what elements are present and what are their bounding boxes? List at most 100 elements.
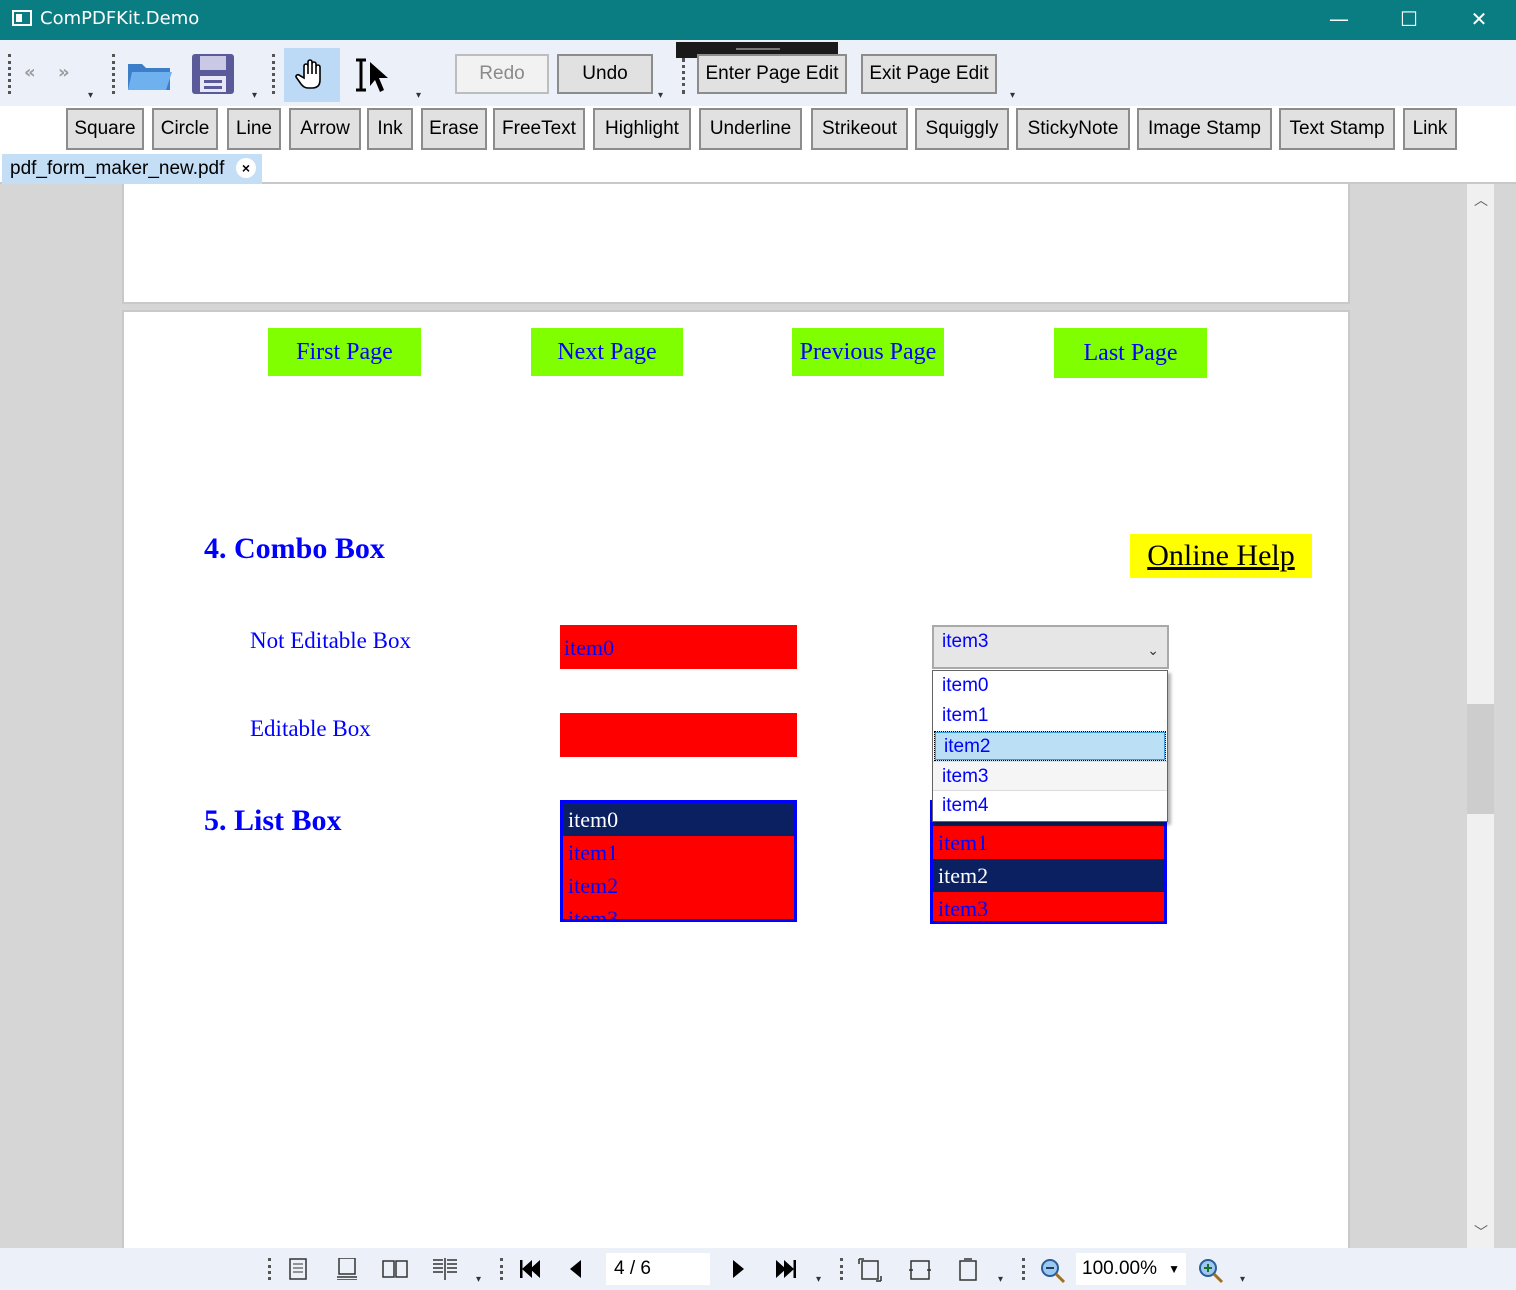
editable-combo-field[interactable] bbox=[560, 713, 797, 757]
list-item[interactable]: item0 bbox=[563, 803, 794, 836]
next-page-icon[interactable] bbox=[732, 1258, 746, 1285]
previous-page-button[interactable]: Previous Page bbox=[792, 328, 944, 376]
overflow-chevron-icon[interactable]: ▾ bbox=[998, 1274, 1003, 1285]
list-item[interactable]: item1 bbox=[563, 836, 794, 869]
line-tool-button[interactable]: Line bbox=[227, 108, 281, 150]
toolbar-grip[interactable] bbox=[840, 1258, 843, 1280]
combo-option[interactable]: item0 bbox=[933, 671, 1167, 701]
text-stamp-tool-button[interactable]: Text Stamp bbox=[1279, 108, 1395, 150]
actual-size-icon[interactable] bbox=[956, 1258, 980, 1287]
toolbar-grip[interactable] bbox=[8, 54, 11, 94]
image-stamp-tool-button[interactable]: Image Stamp bbox=[1137, 108, 1272, 150]
toolbar-grip[interactable] bbox=[682, 58, 685, 94]
overflow-chevron-icon[interactable]: ▾ bbox=[476, 1274, 481, 1285]
ink-tool-button[interactable]: Ink bbox=[367, 108, 413, 150]
pdf-viewer[interactable]: First Page Next Page Previous Page Last … bbox=[0, 184, 1516, 1250]
chevron-down-icon[interactable]: ⌄ bbox=[1147, 635, 1159, 665]
toolbar-grip[interactable] bbox=[268, 1258, 271, 1280]
main-toolbar: « » ▾ ▾ ▾ Redo Undo ▾ Enter Page Edit Ex… bbox=[0, 40, 1516, 106]
document-tab-label: pdf_form_maker_new.pdf bbox=[10, 158, 225, 179]
list-item[interactable]: item3 bbox=[933, 892, 1164, 921]
list-box-heading: 5. List Box bbox=[204, 804, 342, 837]
overflow-chevron-icon[interactable]: ▾ bbox=[1010, 90, 1015, 101]
forward-icon[interactable]: » bbox=[58, 62, 70, 83]
first-page-button[interactable]: First Page bbox=[268, 328, 421, 376]
document-tab[interactable]: pdf_form_maker_new.pdf × bbox=[2, 154, 262, 184]
next-page-button[interactable]: Next Page bbox=[531, 328, 683, 376]
continuous-view-icon[interactable] bbox=[336, 1257, 358, 1285]
minimize-button[interactable]: — bbox=[1304, 0, 1374, 40]
save-floppy-icon[interactable] bbox=[190, 52, 236, 96]
last-page-button[interactable]: Last Page bbox=[1054, 328, 1207, 378]
circle-tool-button[interactable]: Circle bbox=[152, 108, 218, 150]
link-tool-button[interactable]: Link bbox=[1403, 108, 1457, 150]
overflow-chevron-icon[interactable]: ▾ bbox=[1240, 1274, 1245, 1285]
undo-button[interactable]: Undo bbox=[557, 54, 653, 94]
fit-page-icon[interactable] bbox=[858, 1258, 882, 1287]
overflow-chevron-icon[interactable]: ▾ bbox=[658, 90, 663, 101]
zoom-level-dropdown[interactable]: 100.00% ▼ bbox=[1076, 1253, 1186, 1285]
close-tab-icon[interactable]: × bbox=[236, 158, 256, 178]
freetext-tool-button[interactable]: FreeText bbox=[493, 108, 585, 150]
scroll-up-icon[interactable]: ︿ bbox=[1474, 190, 1488, 210]
zoom-level-value: 100.00% bbox=[1082, 1258, 1158, 1279]
toolbar-grip[interactable] bbox=[500, 1258, 503, 1280]
zoom-out-icon[interactable] bbox=[1040, 1258, 1066, 1289]
open-folder-icon[interactable] bbox=[124, 54, 176, 94]
list-item[interactable]: item3 bbox=[563, 902, 794, 919]
combo-option[interactable]: item3 bbox=[933, 761, 1167, 791]
dropdown-arrow-icon[interactable]: ▼ bbox=[1168, 1253, 1180, 1285]
last-page-icon[interactable] bbox=[774, 1258, 797, 1285]
arrow-tool-button[interactable]: Arrow bbox=[289, 108, 361, 150]
toolbar-grip[interactable] bbox=[272, 54, 275, 94]
status-toolbar: ▾ 4 / 6 ▾ ▾ 100.00% ▼ ▾ bbox=[0, 1248, 1516, 1290]
not-editable-combo-field[interactable]: item0 bbox=[560, 625, 797, 669]
online-help-link[interactable]: Online Help bbox=[1130, 534, 1312, 578]
underline-tool-button[interactable]: Underline bbox=[699, 108, 802, 150]
list-item[interactable]: item2 bbox=[933, 859, 1164, 892]
list-box-1[interactable]: item0 item1 item2 item3 bbox=[560, 800, 797, 922]
overflow-chevron-icon[interactable]: ▾ bbox=[816, 1274, 821, 1285]
window-title: ComPDFKit.Demo bbox=[40, 8, 200, 29]
document-tab-strip: pdf_form_maker_new.pdf × bbox=[0, 154, 1516, 184]
combo-dropdown-list[interactable]: item0 item1 item2 item3 item4 bbox=[932, 670, 1168, 822]
list-item[interactable]: item2 bbox=[563, 869, 794, 902]
square-tool-button[interactable]: Square bbox=[66, 108, 144, 150]
erase-tool-button[interactable]: Erase bbox=[421, 108, 487, 150]
page-number-field[interactable]: 4 / 6 bbox=[606, 1253, 710, 1285]
overflow-chevron-icon[interactable]: ▾ bbox=[88, 90, 93, 101]
exit-page-edit-button[interactable]: Exit Page Edit bbox=[861, 54, 997, 94]
zoom-in-icon[interactable] bbox=[1198, 1258, 1224, 1289]
redo-button[interactable]: Redo bbox=[455, 54, 549, 94]
close-button[interactable]: ✕ bbox=[1444, 0, 1514, 40]
single-page-view-icon[interactable] bbox=[288, 1258, 308, 1285]
overflow-chevron-icon[interactable]: ▾ bbox=[252, 90, 257, 101]
overflow-chevron-icon[interactable]: ▾ bbox=[416, 90, 421, 101]
previous-page-icon[interactable] bbox=[568, 1258, 582, 1285]
toolbar-grip[interactable] bbox=[112, 54, 115, 94]
squiggly-tool-button[interactable]: Squiggly bbox=[915, 108, 1009, 150]
text-select-icon[interactable] bbox=[350, 54, 396, 98]
fit-width-icon[interactable] bbox=[908, 1258, 932, 1287]
strikeout-tool-button[interactable]: Strikeout bbox=[811, 108, 908, 150]
scrollbar-thumb[interactable] bbox=[1467, 704, 1494, 814]
combo-box[interactable]: item3 ⌄ bbox=[932, 625, 1169, 669]
app-icon bbox=[12, 10, 32, 26]
highlight-tool-button[interactable]: Highlight bbox=[593, 108, 691, 150]
combo-option-selected[interactable]: item2 bbox=[934, 731, 1166, 761]
combo-option[interactable]: item1 bbox=[933, 701, 1167, 731]
two-page-view-icon[interactable] bbox=[382, 1258, 408, 1285]
combo-box-heading: 4. Combo Box bbox=[204, 532, 385, 565]
list-item[interactable]: item1 bbox=[933, 826, 1164, 859]
maximize-button[interactable]: ☐ bbox=[1374, 0, 1444, 40]
annotation-toolbar: Square Circle Line Arrow Ink Erase FreeT… bbox=[0, 106, 1516, 154]
scroll-down-icon[interactable]: ﹀ bbox=[1474, 1222, 1488, 1242]
back-icon[interactable]: « bbox=[24, 62, 36, 83]
toolbar-grip[interactable] bbox=[1022, 1258, 1025, 1280]
book-view-icon[interactable] bbox=[432, 1258, 458, 1285]
first-page-icon[interactable] bbox=[519, 1258, 542, 1285]
hand-tool-icon[interactable] bbox=[284, 48, 340, 102]
enter-page-edit-button[interactable]: Enter Page Edit bbox=[697, 54, 847, 94]
combo-option[interactable]: item4 bbox=[933, 791, 1167, 821]
stickynote-tool-button[interactable]: StickyNote bbox=[1016, 108, 1130, 150]
